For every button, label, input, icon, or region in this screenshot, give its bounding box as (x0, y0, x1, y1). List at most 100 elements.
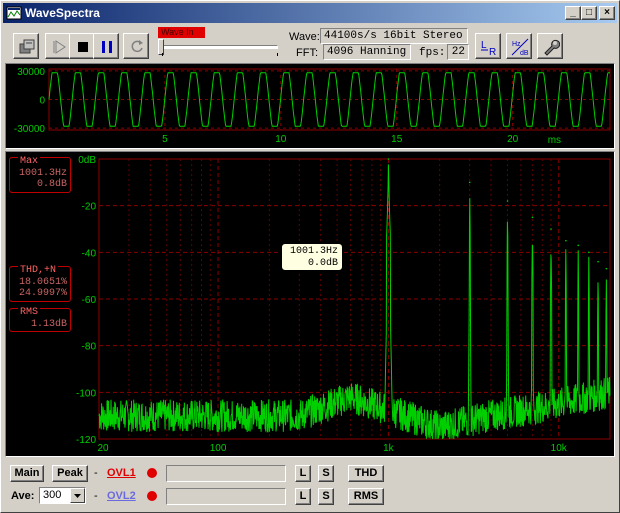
spectrum-peak-point (605, 267, 608, 270)
spec-y-tick: -60 (82, 295, 97, 306)
slider-track (160, 45, 278, 49)
spec-y-tick: -120 (76, 435, 96, 446)
spec-y-tick: -40 (82, 248, 97, 259)
ovl1-save-button[interactable]: S (318, 465, 334, 482)
waveform-chart: 30000 0 -30000 5 10 15 20 ms (14, 67, 611, 146)
svg-text:dB: dB (520, 50, 529, 56)
slider-ticks (162, 53, 278, 56)
rms-title: RMS (18, 307, 41, 318)
wrench-icon (544, 39, 560, 56)
close-button[interactable]: × (599, 6, 615, 20)
fps-label: fps: (419, 47, 446, 59)
spec-y-tick: -20 (82, 202, 97, 213)
spectrum-peak-point (506, 200, 509, 202)
wave-y-tick: 0 (39, 96, 45, 107)
peak-button[interactable]: Peak (52, 465, 88, 482)
spectrum-peak-point (565, 239, 567, 242)
spectrum-peak-point (597, 260, 599, 263)
ovl2-slot[interactable] (166, 488, 286, 505)
record-button[interactable] (13, 33, 39, 59)
rms-readout: RMS 1.13dB (9, 307, 71, 332)
minimize-button[interactable]: _ (565, 6, 581, 20)
title-bar[interactable]: WaveSpectra _ □ × (3, 3, 617, 23)
ovl1-load-button[interactable]: L (295, 465, 311, 482)
pause-button[interactable] (93, 33, 119, 59)
ovl2-save-button[interactable]: S (318, 488, 334, 505)
spec-x-tick: 1k (383, 443, 395, 454)
window-title: WaveSpectra (25, 6, 100, 20)
thd-button[interactable]: THD (348, 465, 384, 482)
wave-x-tick: 10 (275, 134, 287, 145)
rms-value: 1.13dB (30, 319, 67, 330)
wave-x-tick: 20 (507, 134, 519, 145)
ovl1-link[interactable]: OVL1 (107, 467, 136, 479)
loop-icon (131, 40, 143, 53)
cursor-level: 0.0dB (307, 258, 338, 269)
cursor-frequency: 1001.3Hz (289, 246, 338, 257)
ovl1-slot[interactable] (166, 465, 286, 482)
spec-x-tick: 100 (210, 443, 227, 454)
settings-button[interactable] (537, 33, 563, 59)
max-title: Max (18, 156, 41, 167)
loop-button[interactable] (123, 33, 149, 59)
wave-in-badge: Wave In (158, 27, 205, 38)
chevron-down-icon[interactable] (70, 488, 85, 503)
spectrum-peak-point (531, 216, 534, 219)
hz-db-icon: Hz dB (511, 38, 529, 56)
spectrum-peak-point (468, 181, 471, 184)
fps-value: 22 (447, 44, 469, 60)
waveform-panel[interactable]: 30000 0 -30000 5 10 15 20 ms (5, 63, 615, 149)
spectrum-peak-point (588, 251, 590, 254)
max-frequency: 1001.3Hz (18, 168, 67, 179)
wave-format-field[interactable]: 44100s/s 16bit Stereo (320, 28, 468, 44)
wave-x-tick: 5 (162, 134, 168, 145)
max-readout: Max 1001.3Hz 0.8dB (9, 156, 71, 193)
record-icon (19, 39, 35, 54)
spectrum-peak-point (387, 158, 390, 160)
ovl2-link[interactable]: OVL2 (107, 490, 136, 502)
spec-y-tick: 0dB (78, 155, 96, 166)
wave-x-tick: 15 (391, 134, 403, 145)
thd-readout: THD,+N 18.0651% 24.9997% (9, 265, 71, 302)
ave-label: Ave: (11, 490, 35, 502)
stop-button[interactable] (69, 33, 95, 59)
ovl1-record-dot[interactable] (147, 468, 157, 478)
ovl1-dash: - (94, 467, 98, 479)
ave-select[interactable]: 300 (39, 487, 86, 504)
lr-channel-button[interactable]: L R (475, 33, 501, 59)
wave-y-tick: -30000 (14, 124, 46, 135)
play-icon (53, 40, 66, 54)
hz-db-scale-button[interactable]: Hz dB (506, 33, 532, 59)
position-slider[interactable] (156, 39, 284, 57)
pause-icon (102, 41, 112, 53)
main-window: WaveSpectra _ □ × Wave In Wave: 44100s/s… (0, 0, 620, 513)
spec-y-tick: -80 (82, 342, 97, 353)
svg-text:L: L (481, 40, 487, 51)
stop-icon (78, 42, 88, 52)
spectrum-peak-point (550, 228, 552, 230)
thd-value-1: 18.0651% (18, 277, 67, 288)
spec-x-tick: 10k (551, 443, 568, 454)
ovl2-load-button[interactable]: L (295, 488, 311, 505)
fft-label: FFT: (296, 47, 318, 59)
maximize-button[interactable]: □ (581, 6, 597, 20)
cursor-readout: 1001.3Hz 0.0dB (281, 243, 343, 271)
wave-label: Wave: (289, 31, 320, 43)
ave-value: 300 (43, 489, 62, 501)
play-button[interactable] (45, 33, 71, 59)
thd-title: THD,+N (18, 265, 59, 276)
spectrum-peak-point (577, 244, 580, 247)
app-icon (6, 6, 22, 20)
thd-value-2: 24.9997% (18, 288, 67, 299)
lr-icon: L R (481, 40, 496, 56)
wave-x-unit: ms (548, 135, 561, 146)
svg-text:R: R (489, 47, 496, 56)
spec-x-tick: 20 (97, 443, 109, 454)
spectrum-panel[interactable]: 0dB -20 -40 -60 -80 -100 -120 20 100 1k 10k 1001.3… (5, 151, 615, 457)
rms-button[interactable]: RMS (348, 488, 384, 505)
spectrum-chart: 0dB -20 -40 -60 -80 -100 -12020 100 1k 10k (76, 155, 611, 454)
ovl2-record-dot[interactable] (147, 491, 157, 501)
fft-setting-field[interactable]: 4096 Hanning (323, 44, 411, 60)
max-level: 0.8dB (36, 179, 67, 190)
main-button[interactable]: Main (10, 465, 44, 482)
